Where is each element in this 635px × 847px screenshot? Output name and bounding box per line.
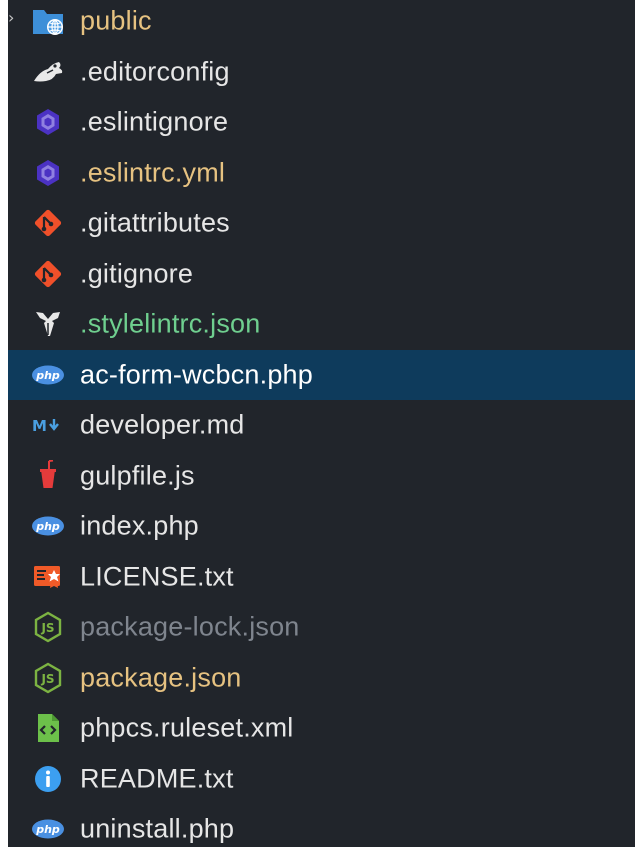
svg-text:php: php	[35, 520, 60, 533]
tree-item-file[interactable]: README.txt	[8, 754, 635, 805]
tree-item-file[interactable]: LICENSE.txt	[8, 552, 635, 603]
tree-item-file[interactable]: M developer.md	[8, 400, 635, 451]
tree-item-file[interactable]: .gitignore	[8, 249, 635, 300]
tree-item-file[interactable]: gulpfile.js	[8, 451, 635, 502]
tree-item-file[interactable]: .stylelintrc.json	[8, 299, 635, 350]
file-explorer: › public .editorconfig .eslintignore .es…	[8, 0, 635, 847]
tree-item-label: index.php	[80, 510, 199, 541]
tree-item-file[interactable]: phpcs.ruleset.xml	[8, 703, 635, 754]
folder-globe-icon	[30, 3, 66, 39]
tree-item-label: public	[80, 5, 152, 36]
tree-item-folder-public[interactable]: public	[8, 0, 635, 47]
tree-item-file[interactable]: .eslintrc.yml	[8, 148, 635, 199]
tree-item-file[interactable]: php uninstall.php	[8, 804, 635, 847]
git-icon	[30, 205, 66, 241]
tree-item-label: package.json	[80, 662, 242, 693]
svg-text:JS: JS	[40, 672, 54, 686]
tree-item-file[interactable]: .eslintignore	[8, 97, 635, 148]
tree-item-label: .gitattributes	[80, 207, 230, 238]
nodejs-icon: JS	[30, 660, 66, 696]
xml-file-icon	[30, 710, 66, 746]
info-icon	[30, 761, 66, 797]
php-icon: php	[30, 811, 66, 847]
tree-item-label: phpcs.ruleset.xml	[80, 712, 294, 743]
gulp-icon	[30, 458, 66, 494]
svg-text:JS: JS	[40, 621, 54, 635]
tree-item-file[interactable]: JS package.json	[8, 653, 635, 704]
tree-item-label: ac-form-wcbcn.php	[80, 359, 313, 390]
license-icon	[30, 559, 66, 595]
tree-item-label: uninstall.php	[80, 813, 235, 844]
tree-item-file[interactable]: JS package-lock.json	[8, 602, 635, 653]
tree-item-label: .editorconfig	[80, 56, 230, 87]
tree-item-file[interactable]: .editorconfig	[8, 47, 635, 98]
tree-item-label: developer.md	[80, 409, 245, 440]
tree-item-label: .stylelintrc.json	[80, 308, 261, 339]
php-icon: php	[30, 508, 66, 544]
editorconfig-icon	[30, 54, 66, 90]
tree-item-label: LICENSE.txt	[80, 561, 234, 592]
php-icon: php	[30, 357, 66, 393]
tree-item-file-selected[interactable]: php ac-form-wcbcn.php	[8, 349, 635, 400]
svg-text:M: M	[32, 417, 47, 435]
tree-item-label: .eslintignore	[80, 106, 229, 137]
svg-text:php: php	[35, 369, 60, 382]
nodejs-icon: JS	[30, 609, 66, 645]
tree-item-label: .eslintrc.yml	[80, 157, 226, 188]
tree-item-file[interactable]: .gitattributes	[8, 198, 635, 249]
tree-item-label: .gitignore	[80, 258, 194, 289]
stylelint-icon	[30, 306, 66, 342]
tree-item-label: package-lock.json	[80, 611, 300, 642]
git-icon	[30, 256, 66, 292]
tree-item-label: gulpfile.js	[80, 460, 195, 491]
svg-text:php: php	[35, 823, 60, 836]
tree-item-file[interactable]: php index.php	[8, 501, 635, 552]
eslint-icon	[30, 155, 66, 191]
markdown-icon: M	[30, 407, 66, 443]
eslint-icon	[30, 104, 66, 140]
tree-item-label: README.txt	[80, 763, 234, 794]
